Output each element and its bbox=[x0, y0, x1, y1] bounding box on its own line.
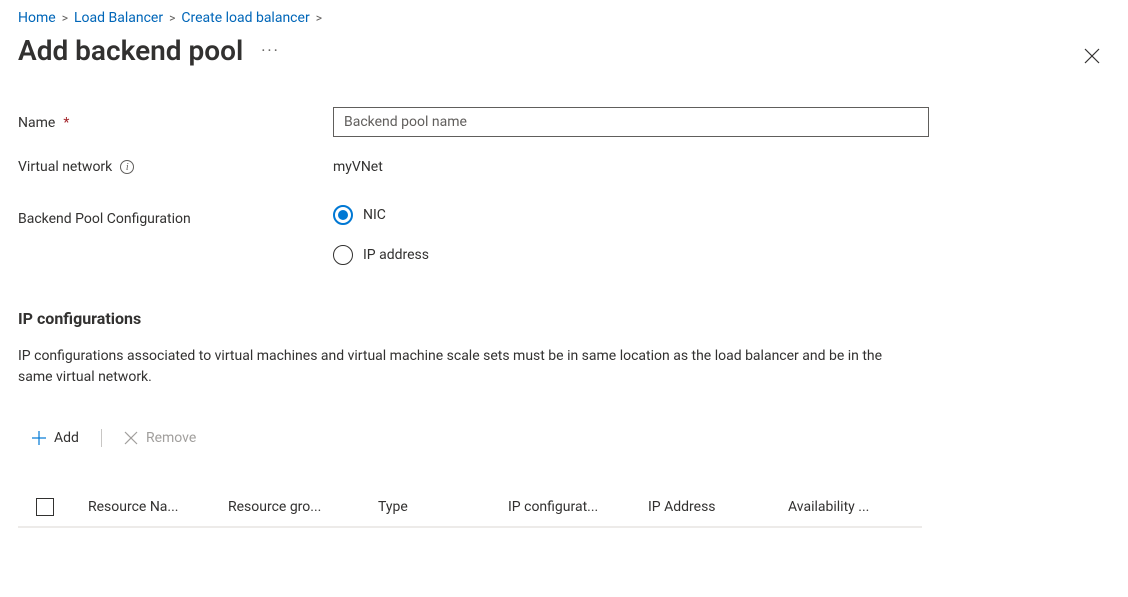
col-resource-name[interactable]: Resource Na... bbox=[88, 499, 228, 515]
ip-config-heading: IP configurations bbox=[18, 309, 922, 328]
chevron-right-icon: > bbox=[316, 11, 322, 25]
table-header-row: Resource Na... Resource gro... Type IP c… bbox=[18, 488, 922, 527]
backend-config-label: Backend Pool Configuration bbox=[18, 203, 333, 227]
required-indicator: * bbox=[63, 115, 69, 131]
chevron-right-icon: > bbox=[169, 11, 175, 25]
radio-icon bbox=[333, 205, 353, 225]
backend-config-radio-group: NIC IP address bbox=[333, 203, 922, 265]
radio-label: NIC bbox=[363, 207, 386, 223]
page-title: Add backend pool bbox=[18, 34, 243, 67]
radio-label: IP address bbox=[363, 247, 429, 263]
close-icon bbox=[124, 431, 138, 445]
close-icon bbox=[1084, 48, 1100, 64]
breadcrumb: Home > Load Balancer > Create load balan… bbox=[0, 0, 1128, 28]
close-button[interactable] bbox=[1080, 44, 1104, 68]
breadcrumb-load-balancer[interactable]: Load Balancer bbox=[74, 10, 163, 26]
name-input[interactable] bbox=[333, 107, 929, 137]
ip-config-toolbar: Add Remove bbox=[18, 424, 922, 452]
ip-config-table: Resource Na... Resource gro... Type IP c… bbox=[18, 488, 922, 528]
breadcrumb-home[interactable]: Home bbox=[18, 10, 56, 26]
ip-config-description: IP configurations associated to virtual … bbox=[18, 346, 918, 388]
radio-option-ip[interactable]: IP address bbox=[333, 245, 922, 265]
col-resource-group[interactable]: Resource gro... bbox=[228, 499, 378, 515]
radio-option-nic[interactable]: NIC bbox=[333, 205, 922, 225]
toolbar-separator bbox=[101, 429, 102, 447]
col-ip-address[interactable]: IP Address bbox=[648, 499, 788, 515]
radio-icon bbox=[333, 245, 353, 265]
breadcrumb-create-lb[interactable]: Create load balancer bbox=[181, 10, 309, 26]
vnet-value: myVNet bbox=[333, 151, 922, 175]
col-ip-config[interactable]: IP configurat... bbox=[508, 499, 648, 515]
vnet-label: Virtual network i bbox=[18, 151, 333, 175]
chevron-right-icon: > bbox=[62, 11, 68, 25]
plus-icon bbox=[32, 431, 46, 445]
col-type[interactable]: Type bbox=[378, 499, 508, 515]
col-availability[interactable]: Availability ... bbox=[788, 499, 918, 515]
select-all-checkbox[interactable] bbox=[36, 498, 54, 516]
add-button[interactable]: Add bbox=[18, 424, 93, 452]
remove-button[interactable]: Remove bbox=[110, 424, 210, 452]
name-label: Name* bbox=[18, 107, 333, 131]
more-actions-button[interactable]: ··· bbox=[255, 37, 286, 64]
info-icon[interactable]: i bbox=[120, 160, 134, 174]
